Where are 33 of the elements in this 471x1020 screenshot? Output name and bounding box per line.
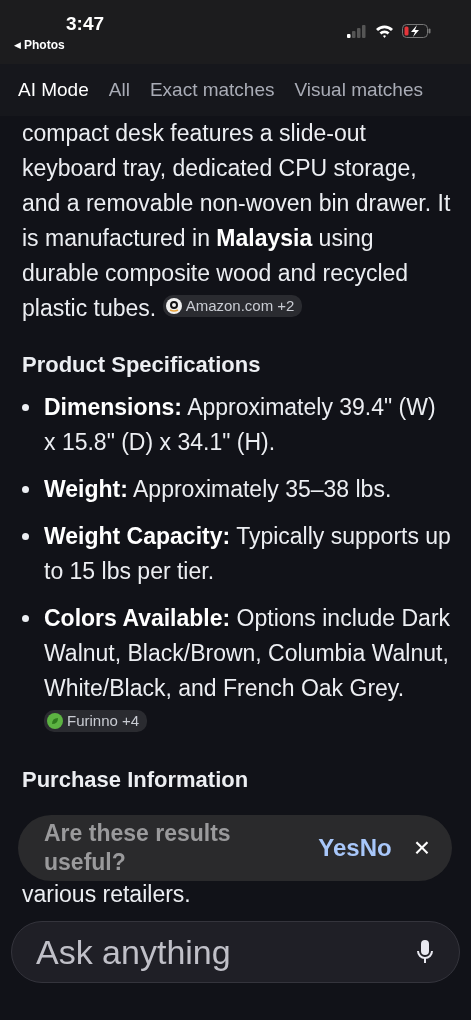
bullet-text: Dimensions: Approximately 39.4" (W) x 15.8" (D) x 34.1" (H). — [44, 393, 437, 457]
feedback-question: Are these results useful? — [44, 819, 232, 877]
close-button[interactable]: × — [413, 832, 430, 864]
bullet-text: Weight: Approximately 35–38 lbs. — [44, 475, 392, 504]
no-button[interactable]: No — [359, 834, 392, 862]
filter-tab[interactable]: Visual matches — [294, 79, 423, 101]
clock-time: 3:47 — [66, 13, 105, 35]
search-input[interactable]: Ask anything — [34, 931, 417, 973]
microphone-icon[interactable] — [417, 940, 433, 964]
bullet-dot — [22, 615, 29, 622]
bullet-dot — [22, 533, 29, 540]
battery-charging-icon — [402, 24, 431, 38]
bullet-dot — [22, 486, 29, 493]
source-chip[interactable]: Furinno +4 — [44, 710, 148, 732]
leaf-icon — [47, 713, 63, 729]
source-chip[interactable]: Amazon.com +2 — [162, 295, 303, 317]
section-heading: Product Specifications — [22, 351, 262, 379]
section-heading: Purchase Information — [22, 766, 250, 794]
signal-icon — [347, 24, 367, 38]
search-field[interactable]: Ask anything — [11, 921, 460, 983]
filter-tab[interactable]: All — [108, 79, 130, 101]
bullet-dot — [22, 404, 29, 411]
back-link[interactable]: Photos — [24, 38, 65, 52]
bullet-text: Weight Capacity: Typically supports up to 15 lbs per tier. — [44, 522, 451, 586]
answer-paragraph: compact desk features a slide-out keyboard tray, dedicated CPU storage, and a removable non-woven bin drawer. It is manufactured in Malaysia using durable composite wood and recycled plastic tubes. Amazon.com +2 — [22, 119, 451, 323]
answer-paragraph: various retailers. — [22, 880, 192, 909]
bullet-text: Colors Available: Options include Dark Walnut, Black/Brown, Columbia Walnut, White/Black, and French Oak Grey. Furinno +4 — [44, 601, 451, 741]
filter-tab[interactable]: AI Mode — [18, 79, 89, 101]
filter-tab[interactable]: Exact matches — [149, 79, 275, 101]
yes-button[interactable]: Yes — [318, 834, 360, 862]
site-icon — [165, 298, 182, 314]
back-arrow[interactable]: ◀ — [14, 40, 21, 50]
wifi-icon — [375, 24, 394, 38]
